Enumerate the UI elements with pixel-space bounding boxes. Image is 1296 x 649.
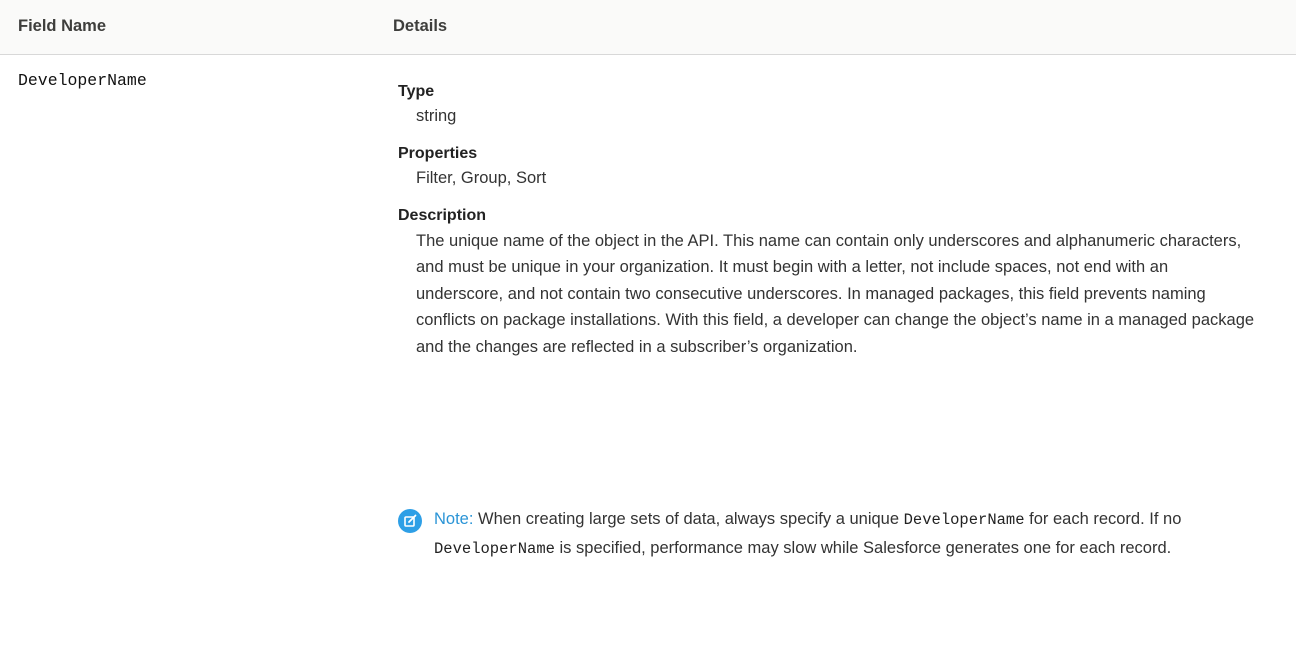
properties-label: Properties <box>398 145 478 162</box>
note-code-2: DeveloperName <box>434 540 555 558</box>
field-name-cell: DeveloperName <box>18 71 147 90</box>
header-field-name: Field Name <box>18 17 107 35</box>
edit-note-icon <box>398 509 422 533</box>
table-header-row: Field Name Details <box>0 0 1296 55</box>
details-cell: Type string Properties Filter, Group, So… <box>398 80 1278 360</box>
note-text-2: for each record. If no <box>1029 510 1182 528</box>
note-text-1: When creating large sets of data, always… <box>478 510 900 528</box>
note-text-3: is specified, performance may slow while… <box>559 539 1172 557</box>
note-text: Note: When creating large sets of data, … <box>434 505 1274 563</box>
description-value: The unique name of the object in the API… <box>416 232 1255 356</box>
properties-value: Filter, Group, Sort <box>416 169 547 187</box>
note-code-1: DeveloperName <box>903 511 1025 529</box>
field-table: Field Name Details DeveloperName Type st… <box>0 0 1296 649</box>
type-value: string <box>416 107 457 125</box>
type-label: Type <box>398 83 435 100</box>
header-details: Details <box>393 17 448 35</box>
description-label: Description <box>398 207 487 224</box>
note-box: Note: When creating large sets of data, … <box>398 505 1278 591</box>
note-label: Note: <box>434 510 474 528</box>
